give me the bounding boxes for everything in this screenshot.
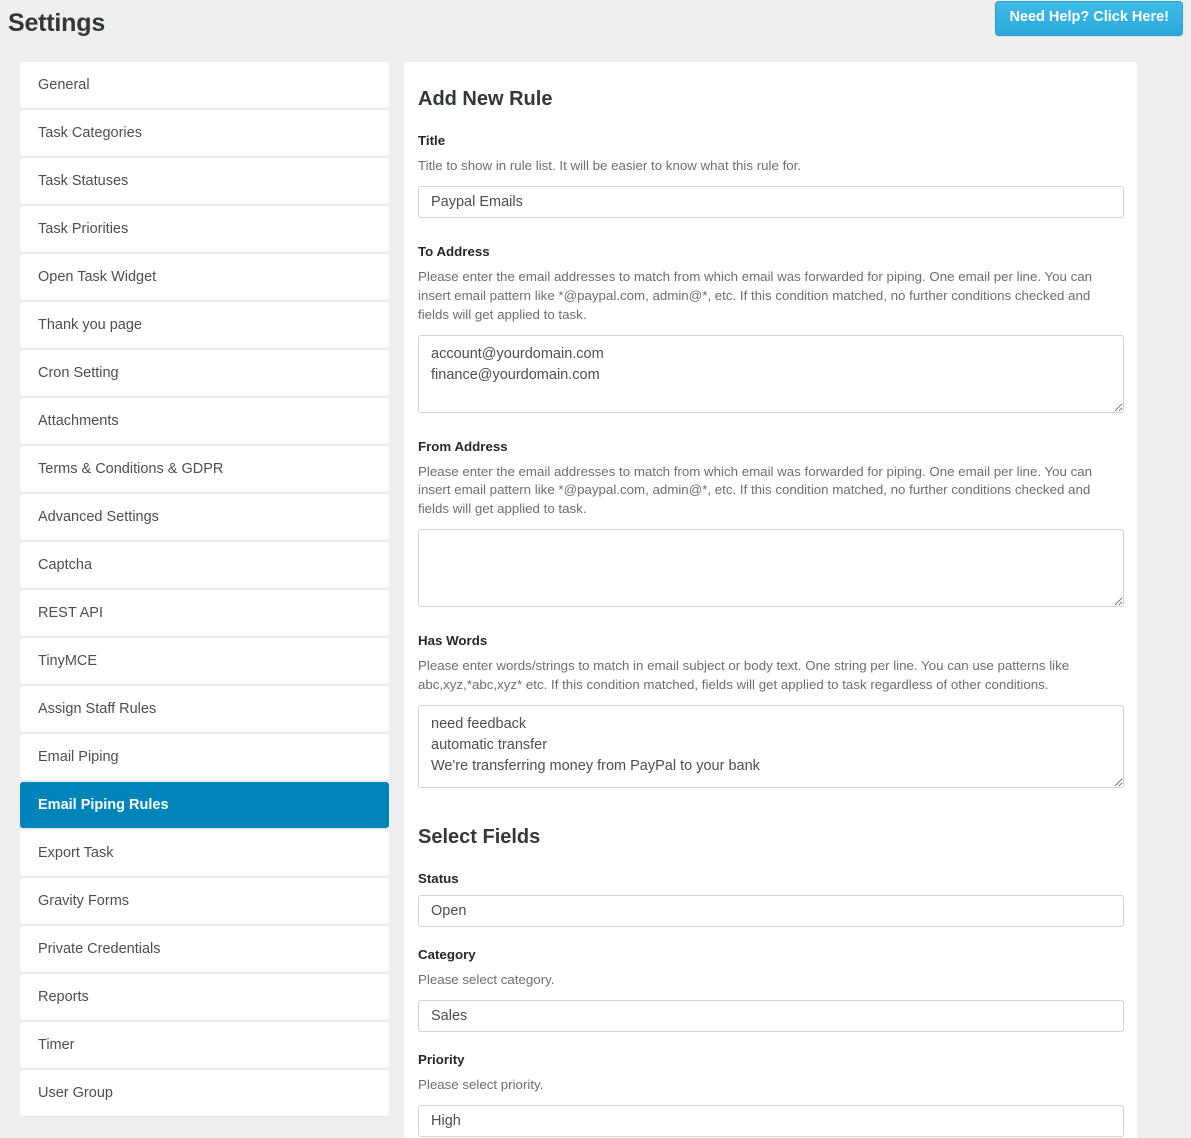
category-select[interactable]: Sales [418, 999, 1124, 1032]
sidebar-item-task-statuses[interactable]: Task Statuses [20, 158, 389, 204]
category-label: Category [418, 946, 476, 962]
sidebar-item-email-piping-rules[interactable]: Email Piping Rules [20, 782, 389, 828]
field-from-address: From Address Please enter the email addr… [418, 438, 1124, 608]
sidebar-item-open-task-widget[interactable]: Open Task Widget [20, 254, 389, 300]
field-status: Status Open [418, 870, 1124, 927]
add-new-rule-panel: Add New Rule Title Title to show in rule… [404, 62, 1137, 1138]
field-has-words: Has Words Please enter words/strings to … [418, 633, 1124, 788]
status-select[interactable]: Open [418, 894, 1124, 927]
status-label: Status [418, 870, 459, 886]
sidebar-item-captcha[interactable]: Captcha [20, 542, 389, 588]
from-address-description: Please enter the email addresses to matc… [418, 463, 1093, 517]
field-title: Title Title to show in rule list. It wil… [418, 133, 1124, 218]
field-to-address: To Address Please enter the email addres… [418, 243, 1124, 413]
sidebar-item-gravity-forms[interactable]: Gravity Forms [20, 878, 389, 924]
from-address-label: From Address [418, 438, 508, 454]
category-description: Please select category. [418, 971, 555, 987]
sidebar-item-rest-api[interactable]: REST API [20, 590, 389, 636]
priority-label: Priority [418, 1051, 465, 1067]
sidebar-item-export-task[interactable]: Export Task [20, 830, 389, 876]
has-words-description: Please enter words/strings to match in e… [418, 658, 1070, 692]
sidebar-item-task-priorities[interactable]: Task Priorities [20, 206, 389, 252]
sidebar-item-assign-staff-rules[interactable]: Assign Staff Rules [20, 686, 389, 732]
sidebar-item-timer[interactable]: Timer [20, 1022, 389, 1068]
select-fields-heading: Select Fields [418, 825, 541, 848]
sidebar-item-user-group[interactable]: User Group [20, 1070, 389, 1116]
field-priority: Priority Please select priority. High [418, 1051, 1124, 1137]
has-words-textarea[interactable] [418, 704, 1124, 788]
has-words-label: Has Words [418, 633, 488, 649]
sidebar-item-private-credentials[interactable]: Private Credentials [20, 926, 389, 972]
sidebar-item-terms-conditions-gdpr[interactable]: Terms & Conditions & GDPR [20, 446, 389, 492]
page-title: Settings [8, 9, 106, 37]
sidebar-item-task-categories[interactable]: Task Categories [20, 110, 389, 156]
sidebar-item-general[interactable]: General [20, 62, 389, 108]
title-description: Title to show in rule list. It will be e… [418, 158, 802, 173]
to-address-description: Please enter the email addresses to matc… [418, 268, 1093, 322]
need-help-button[interactable]: Need Help? Click Here! [995, 1, 1183, 36]
priority-select[interactable]: High [418, 1104, 1124, 1137]
settings-page: Settings Need Help? Click Here! General T… [0, 0, 1191, 1138]
sidebar-item-attachments[interactable]: Attachments [20, 398, 389, 444]
sidebar-item-advanced-settings[interactable]: Advanced Settings [20, 494, 389, 540]
sidebar-item-reports[interactable]: Reports [20, 974, 389, 1020]
from-address-textarea[interactable] [418, 529, 1124, 608]
settings-sidebar: General Task Categories Task Statuses Task … [20, 62, 389, 1118]
sidebar-item-thank-you-page[interactable]: Thank you page [20, 302, 389, 348]
field-category: Category Please select category. Sales [418, 946, 1124, 1032]
to-address-textarea[interactable] [418, 334, 1124, 413]
sidebar-item-cron-setting[interactable]: Cron Setting [20, 350, 389, 396]
title-label: Title [418, 133, 446, 148]
panel-heading: Add New Rule [418, 88, 553, 110]
page-header: Settings Need Help? Click Here! [0, 0, 1191, 56]
to-address-label: To Address [418, 243, 490, 259]
sidebar-item-email-piping[interactable]: Email Piping [20, 734, 389, 780]
title-input[interactable] [418, 185, 1124, 218]
priority-description: Please select priority. [418, 1076, 544, 1092]
sidebar-item-tinymce[interactable]: TinyMCE [20, 638, 389, 684]
